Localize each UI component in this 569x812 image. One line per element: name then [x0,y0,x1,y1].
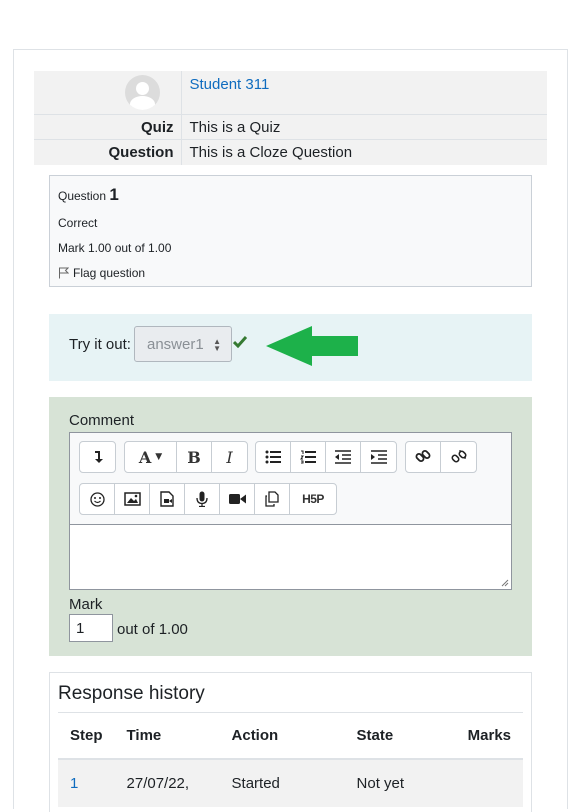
quiz-row: Quiz This is a Quiz [34,114,547,140]
question-formulation: Try it out: answer1 ▲ ▼ [49,314,532,381]
question-number: Question 1 [58,185,119,204]
correct-check-icon [233,336,247,348]
italic-icon[interactable]: I [212,442,247,472]
row-action: Started [219,759,345,807]
toolbar-group-collapse [79,441,116,473]
step-link[interactable]: 1 [70,775,78,792]
ordered-list-icon[interactable] [291,442,326,472]
toolbar-group-insert: H5P [79,483,337,515]
answer-select[interactable]: answer1 ▲ ▼ [134,326,232,362]
avatar[interactable] [124,75,160,110]
image-icon[interactable] [115,484,150,514]
flag-icon [59,267,69,279]
comment-section: Comment A ▼ B I H5P Mark 1 out of 1.00 [49,397,532,656]
indent-icon[interactable] [361,442,396,472]
pointer-arrow-icon [266,326,358,366]
row-state: Not yet [344,759,437,807]
response-history-table: Step Time Action State Marks 1 27/07/22,… [58,713,523,807]
unordered-list-icon[interactable] [256,442,291,472]
mark-input[interactable]: 1 [69,614,113,642]
question-label: Question [108,143,174,161]
attempt-info-table: Student 311 Quiz This is a Quiz Question… [34,71,547,165]
manage-files-icon[interactable] [255,484,290,514]
row-marks [436,759,523,807]
comment-editor: A ▼ B I H5P [69,432,512,590]
toolbar-group-list [255,441,397,473]
unlink-icon[interactable] [441,442,476,472]
collapse-icon[interactable] [80,442,115,472]
record-audio-icon[interactable] [185,484,220,514]
font-color-icon[interactable]: A ▼ [125,442,177,472]
bold-icon[interactable]: B [177,442,212,472]
media-icon[interactable] [150,484,185,514]
response-history: Response history Step Time Action State … [49,672,532,812]
quiz-label: Quiz [141,118,174,136]
table-row: 1 27/07/22, Started Not yet [58,759,523,807]
toolbar-group-link [405,441,477,473]
flag-question-toggle[interactable]: Flag question [58,266,145,280]
comment-label: Comment [69,412,135,429]
mark-label: Mark [69,596,103,613]
resize-grip-icon[interactable] [501,579,509,587]
student-name-link[interactable]: Student 311 [190,76,270,93]
emoji-icon[interactable] [80,484,115,514]
editor-toolbar: A ▼ B I H5P [70,433,511,525]
column-header-action: Action [219,713,345,760]
student-row: Student 311 [34,71,547,115]
question-value: This is a Cloze Question [180,139,547,165]
record-video-icon[interactable] [220,484,255,514]
table-header-row: Step Time Action State Marks [58,713,523,760]
outdent-icon[interactable] [326,442,361,472]
question-info-box: Question 1 Correct Mark 1.00 out of 1.00… [49,175,532,287]
question-row: Question This is a Cloze Question [34,139,547,165]
link-icon[interactable] [406,442,441,472]
response-history-heading: Response history [58,683,205,704]
question-state: Correct [58,216,98,230]
column-header-time: Time [114,713,220,760]
mark-out-of: out of 1.00 [117,621,188,638]
row-time: 27/07/22, [114,759,220,807]
h5p-icon[interactable]: H5P [290,484,336,514]
column-header-step: Step [58,713,115,760]
question-mark: Mark 1.00 out of 1.00 [58,241,172,255]
column-header-marks: Marks [436,713,523,760]
try-it-out-label: Try it out: [69,336,131,353]
select-caret-icon: ▲ ▼ [213,337,221,353]
column-header-state: State [344,713,437,760]
toolbar-group-style: A ▼ B I [124,441,248,473]
quiz-value: This is a Quiz [180,114,547,140]
